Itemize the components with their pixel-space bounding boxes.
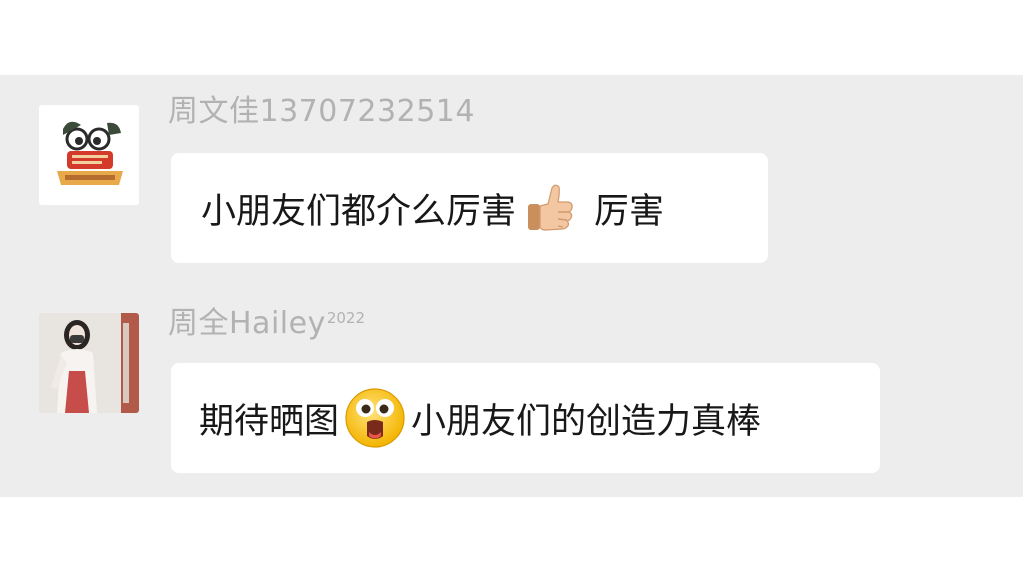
message-text: 小朋友们都介么厉害 (201, 191, 517, 232)
surprised-face-icon (343, 386, 407, 450)
message-text: 厉害 (594, 191, 665, 232)
thumbs-up-icon (522, 180, 578, 236)
message-text: 小朋友们的创造力真棒 (411, 401, 762, 442)
sender-name: 周文佳13707232514 (168, 94, 475, 129)
avatar[interactable] (39, 313, 139, 413)
avatar[interactable] (39, 105, 139, 205)
sender-superscript: 2022 (326, 309, 366, 327)
sender-name: 周全Hailey2022 (168, 306, 366, 341)
message-bubble[interactable]: 期待晒图 小朋友们的创造力真棒 (171, 363, 880, 473)
chat-panel: 周文佳13707232514 小朋友们都介么厉害 厉害 周全Hailey2022… (0, 75, 1023, 497)
message-bubble[interactable]: 小朋友们都介么厉害 厉害 (171, 153, 768, 263)
cartoon-brand-logo-icon (39, 105, 139, 205)
profile-photo-woman (39, 313, 139, 413)
message-text: 期待晒图 (199, 401, 340, 442)
